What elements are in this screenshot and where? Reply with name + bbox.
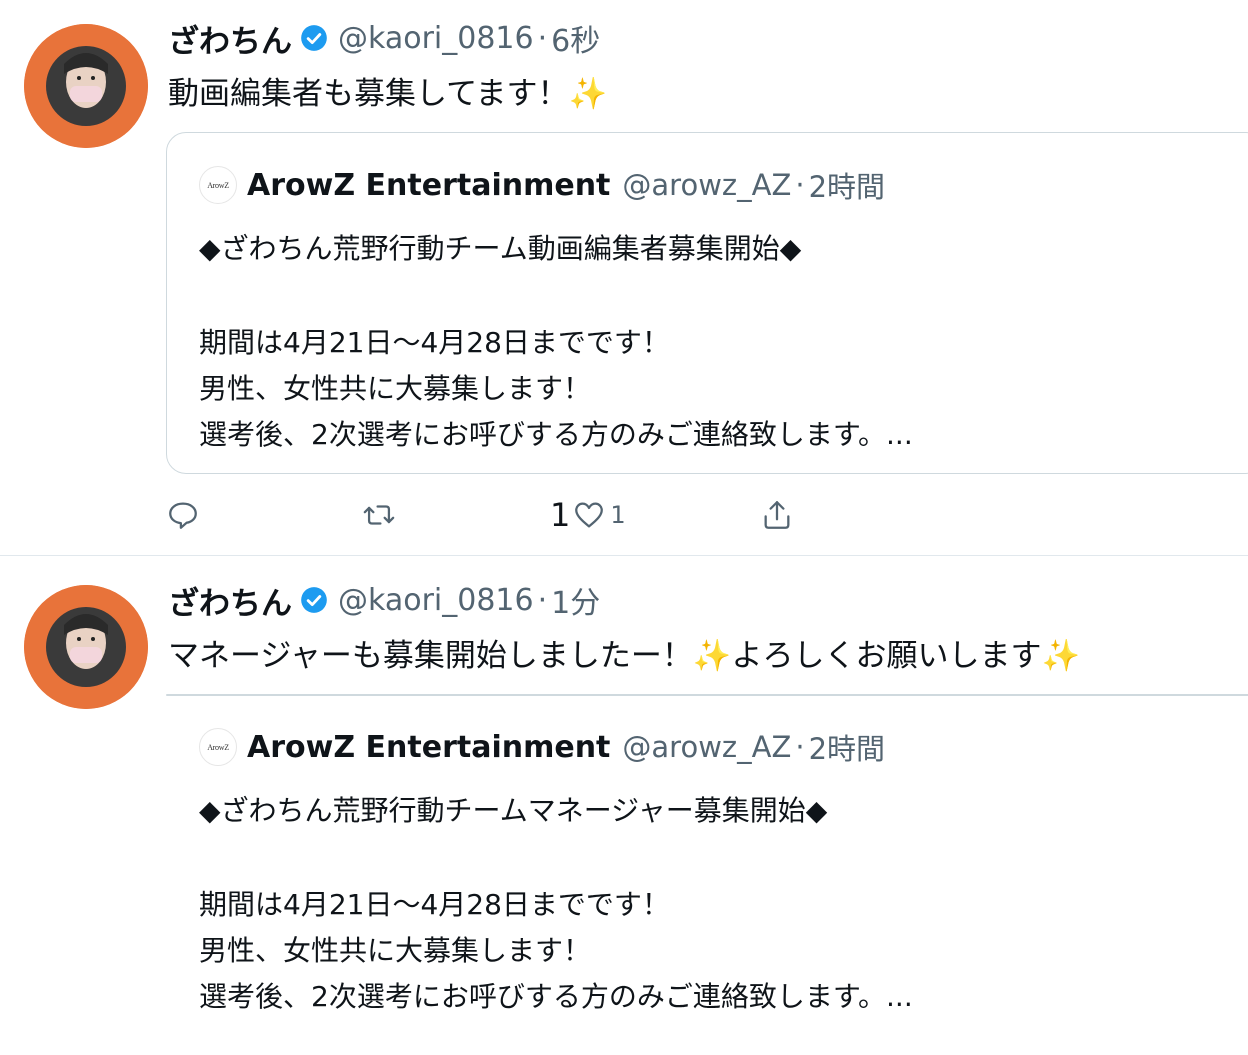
separator-dot: · [537, 20, 548, 56]
user-handle[interactable]: @kaori_0816 [338, 21, 534, 56]
quoted-text-line: ◆ざわちん荒野行動チームマネージャー募集開始◆ [199, 794, 828, 827]
quoted-display-name: ArowZ Entertainment [247, 167, 611, 203]
share-icon [764, 501, 790, 529]
quoted-text-line: 期間は4月21日〜4月28日までです！ [199, 888, 670, 921]
user-avatar[interactable] [24, 585, 148, 709]
avatar-image [24, 24, 148, 148]
tweet-text-main: マネージャーも募集開始しましたー！ [168, 638, 693, 674]
sparkles-emoji: ✨ [568, 76, 608, 112]
retweet-icon [363, 505, 395, 525]
tweet-text: 動画編集者も募集してます！✨ [168, 68, 607, 113]
display-name[interactable]: ざわちん [168, 16, 292, 61]
avatar-image [24, 585, 148, 709]
timestamp[interactable]: 1分 [551, 578, 600, 622]
separator-dot: · [795, 730, 805, 764]
quoted-display-name: ArowZ Entertainment [247, 729, 611, 765]
separator-dot: · [795, 168, 805, 202]
quoted-text-line: 期間は4月21日〜4月28日までです！ [199, 326, 670, 359]
sparkles-emoji: ✨ [692, 638, 732, 674]
reply-button[interactable] [166, 490, 200, 540]
quoted-user-handle: @arowz_AZ [622, 730, 792, 764]
verified-badge-icon [301, 25, 327, 51]
quoted-user-avatar[interactable]: ArowZ [199, 166, 237, 204]
tweet-text-main: 動画編集者も募集してます！ [168, 76, 569, 112]
tweet[interactable]: ざわちん @kaori_0816 · 6秒 動画編集者も募集してます！✨ Aro… [0, 0, 1248, 556]
like-button[interactable]: 1 1 [550, 490, 626, 540]
timestamp[interactable]: 6秒 [551, 16, 600, 60]
separator-dot: · [537, 582, 548, 618]
quoted-text-line: 選考後、2次選考にお呼びする方のみご連絡致します。... [199, 418, 913, 451]
reply-icon [169, 502, 197, 529]
tweet-text-secondary: よろしくお願いします [731, 638, 1042, 674]
quoted-text-line: ◆ざわちん荒野行動チーム動画編集者募集開始◆ [199, 232, 802, 265]
quoted-text-line: 男性、女性共に大募集します！ [199, 934, 592, 967]
like-count: 1 [610, 501, 626, 529]
retweet-button[interactable] [362, 490, 396, 540]
quoted-timestamp: 2時間 [808, 732, 886, 766]
quoted-user-avatar[interactable]: ArowZ [199, 728, 237, 766]
share-button[interactable] [760, 490, 794, 540]
quoted-timestamp: 2時間 [808, 170, 886, 204]
quoted-tweet[interactable]: ArowZ ArowZ Entertainment @arowz_AZ · 2時… [166, 694, 1248, 1013]
quoted-text-line: 男性、女性共に大募集します！ [199, 372, 592, 405]
tweet-header: ざわちん @kaori_0816 · 1分 [168, 578, 600, 623]
user-avatar[interactable] [24, 24, 148, 148]
tweet-header: ざわちん @kaori_0816 · 6秒 [168, 16, 600, 61]
like-prefix: 1 [550, 496, 571, 534]
verified-badge-icon [301, 587, 327, 613]
heart-icon [575, 502, 604, 528]
display-name[interactable]: ざわちん [168, 578, 292, 623]
quoted-text-line: 選考後、2次選考にお呼びする方のみご連絡致します。... [199, 980, 913, 1013]
user-handle[interactable]: @kaori_0816 [338, 583, 534, 618]
tweet-actions: 1 1 [0, 490, 1248, 540]
sparkles-emoji: ✨ [1041, 638, 1081, 674]
quoted-tweet-header: ArowZ ArowZ Entertainment @arowz_AZ · 2時… [199, 727, 885, 767]
tweet-text: マネージャーも募集開始しましたー！✨よろしくお願いします✨ [168, 630, 1080, 675]
quoted-tweet-header: ArowZ ArowZ Entertainment @arowz_AZ · 2時… [199, 165, 885, 205]
quoted-user-handle: @arowz_AZ [622, 168, 792, 202]
quoted-tweet[interactable]: ArowZ ArowZ Entertainment @arowz_AZ · 2時… [166, 132, 1248, 474]
